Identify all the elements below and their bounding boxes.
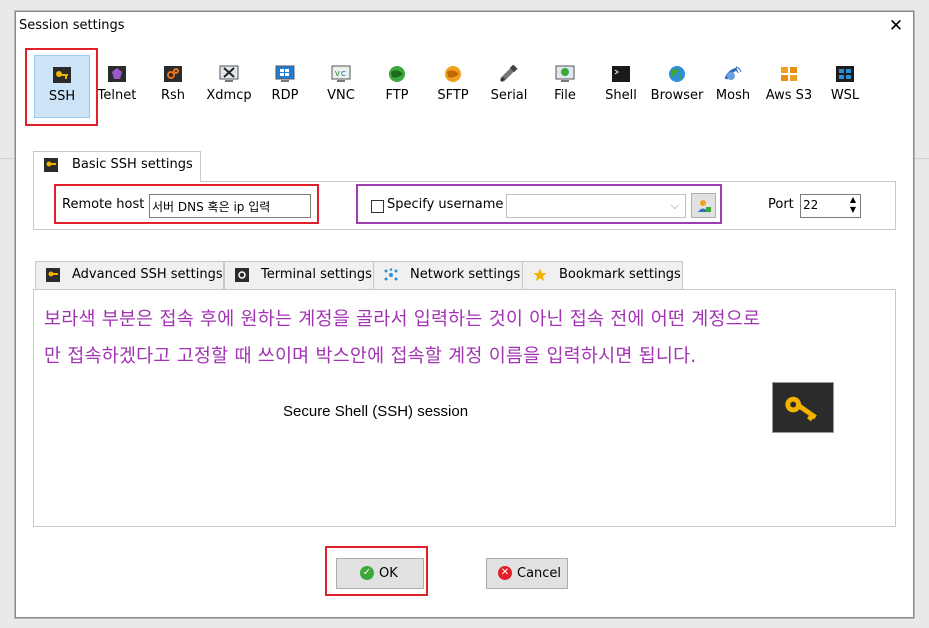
remote-host-label: Remote host * (62, 197, 155, 212)
session-type-label: SSH (48, 89, 76, 104)
cancel-button[interactable]: ✕ Cancel (486, 558, 568, 589)
session-type-telnet[interactable]: Telnet (89, 55, 145, 118)
cancel-icon: ✕ (498, 566, 512, 580)
wsl-icon (836, 66, 854, 82)
network-icon (384, 268, 398, 281)
session-type-ssh[interactable]: SSH (34, 55, 90, 118)
title-bar: Session settings ✕ (16, 12, 913, 42)
rdp-icon (275, 65, 295, 82)
session-type-label: Serial (490, 88, 528, 103)
ftp-icon (389, 66, 405, 82)
session-type-wsl[interactable]: WSL (817, 55, 873, 118)
user-icon (698, 200, 711, 212)
tab-terminal-settings[interactable]: Terminal settings (224, 261, 374, 290)
user-manager-button[interactable] (691, 193, 716, 218)
session-type-rsh[interactable]: Rsh (145, 55, 201, 118)
serial-icon (499, 65, 518, 83)
session-type-label: RDP (271, 88, 299, 103)
session-type-rdp[interactable]: RDP (257, 55, 313, 118)
star-icon (533, 268, 547, 281)
specify-username-label: Specify username (387, 197, 504, 212)
session-type-ftp[interactable]: FTP (369, 55, 425, 118)
session-type-shell[interactable]: Shell (593, 55, 649, 118)
telnet-icon (108, 66, 126, 82)
sftp-icon (445, 66, 461, 82)
tab-network-settings[interactable]: Network settings (373, 261, 523, 290)
annotation-line-2: 만 접속하겠다고 고정할 때 쓰이며 박스안에 접속할 계정 이름을 입력하시면… (44, 346, 697, 367)
ssh-key-icon (53, 67, 71, 83)
close-icon[interactable]: ✕ (887, 16, 905, 36)
mosh-icon (724, 66, 742, 80)
session-type-label: Browser (650, 88, 704, 103)
session-type-label: Shell (605, 88, 637, 103)
port-label: Port (768, 197, 794, 212)
chevron-down-icon: ⌵ (670, 199, 679, 212)
basic-settings-panel: Remote host * 서버 DNS 혹은 ip 입력 Specify us… (33, 181, 896, 230)
specify-username-checkbox[interactable] (371, 200, 384, 213)
rsh-icon (164, 66, 182, 82)
spin-arrows-icon[interactable]: ▲ ▼ (850, 195, 856, 215)
key-icon (785, 396, 817, 422)
session-type-label: VNC (327, 88, 355, 103)
annotation-line-1: 보라색 부분은 접속 후에 원하는 계정을 골라서 입력하는 것이 아닌 접속 … (44, 309, 761, 330)
aws-s3-icon (781, 67, 797, 81)
session-type-label: WSL (830, 88, 860, 103)
svg-text:V: V (335, 70, 340, 78)
terminal-settings-icon (235, 268, 249, 282)
tab-advanced-ssh-settings[interactable]: Advanced SSH settings (35, 261, 224, 290)
tab-label: Network settings (410, 267, 521, 282)
xdmcp-icon (219, 65, 239, 82)
session-type-label: Xdmcp (206, 88, 252, 103)
vnc-icon: VC (331, 65, 351, 82)
tab-label: Advanced SSH settings (72, 267, 223, 282)
shell-icon (612, 66, 630, 82)
tab-label: Basic SSH settings (72, 157, 193, 172)
tab-label: Terminal settings (261, 267, 372, 282)
port-value: 22 (803, 198, 819, 212)
session-type-serial[interactable]: Serial (481, 55, 537, 118)
session-type-aws-s3[interactable]: Aws S3 (761, 55, 817, 118)
session-type-label: SFTP (437, 88, 469, 103)
ok-button[interactable]: ✓ OK (336, 558, 424, 589)
username-combobox[interactable]: ⌵ (506, 194, 686, 218)
check-icon: ✓ (360, 566, 374, 580)
session-type-browser[interactable]: Browser (649, 55, 705, 118)
session-type-vnc[interactable]: VC VNC (313, 55, 369, 118)
ok-button-label: OK (379, 566, 398, 581)
dialog-title: Session settings (19, 18, 125, 33)
background-divider (912, 158, 929, 159)
tab-basic-ssh-settings[interactable]: Basic SSH settings (33, 151, 201, 182)
session-type-xdmcp[interactable]: Xdmcp (201, 55, 257, 118)
session-description: Secure Shell (SSH) session (283, 403, 469, 420)
tab-label: Bookmark settings (559, 267, 681, 282)
background-divider (0, 158, 15, 159)
session-type-label: Telnet (97, 88, 137, 103)
session-type-label: FTP (385, 88, 409, 103)
ssh-large-key-icon (772, 382, 834, 433)
session-type-sftp[interactable]: SFTP (425, 55, 481, 118)
session-type-file[interactable]: File (537, 55, 593, 118)
cancel-button-label: Cancel (517, 566, 562, 581)
browser-icon (669, 66, 685, 82)
session-type-label: Mosh (715, 88, 751, 103)
remote-host-input[interactable]: 서버 DNS 혹은 ip 입력 (149, 194, 311, 218)
ssh-key-icon (44, 158, 58, 172)
session-type-label: File (554, 88, 576, 103)
session-type-label: Aws S3 (765, 88, 813, 103)
file-icon (555, 65, 575, 82)
svg-text:C: C (341, 70, 346, 78)
port-spinbox[interactable]: 22 ▲ ▼ (800, 194, 861, 218)
wrench-key-icon (46, 268, 60, 282)
session-type-mosh[interactable]: Mosh (705, 55, 761, 118)
tab-bookmark-settings[interactable]: Bookmark settings (522, 261, 683, 290)
session-type-label: Rsh (160, 88, 186, 103)
